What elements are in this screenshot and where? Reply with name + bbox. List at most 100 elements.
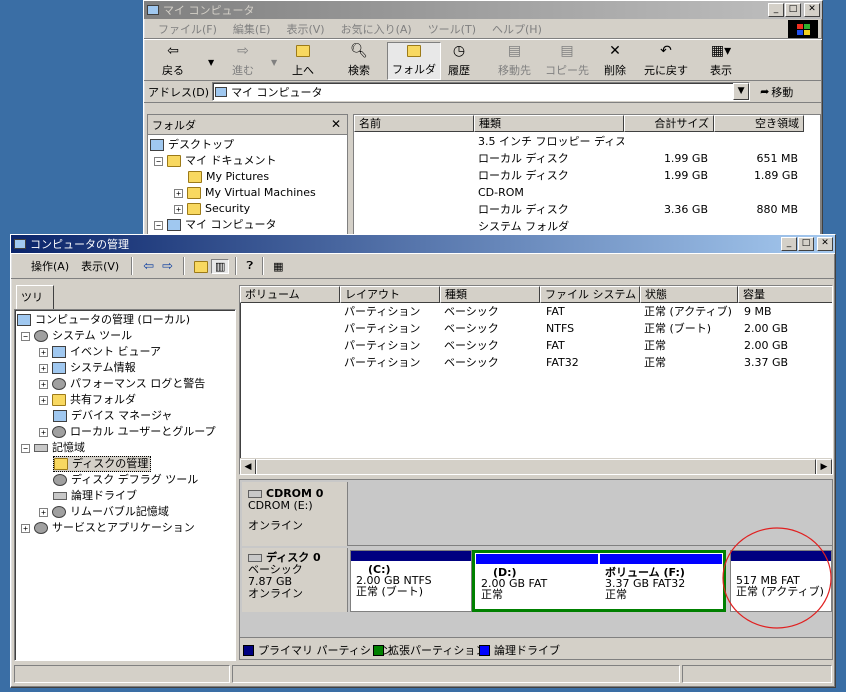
- menu-file[interactable]: ファイル(F): [150, 21, 225, 37]
- minimize-button[interactable]: _: [768, 3, 784, 17]
- tree-item-my-documents[interactable]: − マイ ドキュメント: [154, 153, 277, 169]
- delete-button[interactable]: ✕ 削除: [604, 42, 626, 80]
- partition-d[interactable]: (D:) 2.00 GB FAT 正常: [475, 553, 599, 609]
- expand-icon[interactable]: +: [39, 363, 48, 373]
- tree-item-removable-storage[interactable]: + リムーバブル記憶域: [39, 504, 169, 520]
- scroll-left-button[interactable]: ◀: [240, 459, 256, 474]
- column-header-name[interactable]: 名前: [354, 115, 474, 132]
- column-header-capacity[interactable]: 容量: [738, 286, 832, 303]
- column-header-type[interactable]: 種類: [474, 115, 624, 132]
- menu-favorites[interactable]: お気に入り(A): [333, 21, 420, 37]
- tree-item-disk-defragmenter[interactable]: ディスク デフラグ ツール: [53, 472, 198, 488]
- help-icon[interactable]: ❓︎: [243, 259, 256, 273]
- menu-tools[interactable]: ツール(T): [420, 21, 484, 37]
- column-header-type[interactable]: 種類: [440, 286, 540, 303]
- tree-item-device-manager[interactable]: デバイス マネージャ: [53, 408, 172, 424]
- forward-button[interactable]: ⇨ 進む: [232, 42, 254, 80]
- my-computer-titlebar[interactable]: マイ コンピュータ _ □ ✕: [144, 1, 822, 19]
- file-row[interactable]: ローカル ディスク (D:)ローカル ディスク1.99 GB1.89 GB: [354, 168, 820, 184]
- menu-view[interactable]: 表示(V): [278, 21, 332, 37]
- move-to-button[interactable]: ▤ 移動先: [498, 42, 531, 80]
- column-header-file-system[interactable]: ファイル システム: [540, 286, 640, 303]
- volume-row[interactable]: ボリューム (F:)パーティションベーシックFAT32正常3.37 GB: [240, 355, 832, 371]
- tree-item-shared-folders[interactable]: + 共有フォルダ: [39, 392, 136, 408]
- scroll-right-button[interactable]: ▶: [816, 459, 832, 474]
- go-button[interactable]: ➦ 移動: [760, 84, 793, 100]
- scroll-thumb[interactable]: [256, 459, 816, 474]
- minimize-button[interactable]: _: [781, 237, 797, 251]
- tree-tab[interactable]: ツリー: [16, 285, 54, 320]
- volume-row[interactable]: (C:)パーティションベーシックNTFS正常 (ブート)2.00 GB: [240, 321, 832, 337]
- maximize-button[interactable]: □: [785, 3, 801, 17]
- file-row[interactable]: ボリューム (F:)ローカル ディスク3.36 GB880 MB: [354, 202, 820, 218]
- close-pane-icon[interactable]: ✕: [331, 117, 341, 131]
- tree-item-event-viewer[interactable]: + イベント ビューア: [39, 344, 161, 360]
- volume-row[interactable]: パーティション ベーシック FAT 正常 (アクティブ) 9 MB: [240, 304, 832, 320]
- address-input[interactable]: マイ コンピュータ ▼: [212, 82, 751, 101]
- column-header-total-size[interactable]: 合計サイズ: [624, 115, 714, 132]
- up-button[interactable]: 上へ: [292, 42, 314, 80]
- file-row[interactable]: 3.5 インチ FD (A:)3.5 インチ フロッピー ディスク: [354, 134, 820, 150]
- column-header-free-space[interactable]: 空き領域: [714, 115, 804, 132]
- tree-item-services-applications[interactable]: + サービスとアプリケーション: [21, 520, 195, 536]
- address-dropdown-button[interactable]: ▼: [733, 83, 750, 100]
- view-button[interactable]: ▦▾ 表示: [710, 42, 732, 80]
- expand-icon[interactable]: +: [39, 427, 48, 437]
- tree-item-system-information[interactable]: + システム情報: [39, 360, 136, 376]
- horizontal-scrollbar[interactable]: ◀ ▶: [240, 458, 832, 474]
- forward-dropdown-icon[interactable]: ▼: [271, 58, 277, 67]
- search-button[interactable]: 🔍︎ 検索: [348, 42, 370, 80]
- menu-view[interactable]: 表示(V): [75, 258, 125, 274]
- back-dropdown-icon[interactable]: ▼: [208, 58, 214, 67]
- maximize-button[interactable]: □: [798, 237, 814, 251]
- folders-button[interactable]: フォルダ: [387, 42, 441, 80]
- extended-partition[interactable]: (D:) 2.00 GB FAT 正常 ボリューム (F:) 3.37 GB FAT3…: [472, 550, 726, 612]
- cdrom-row[interactable]: CDROM 0 CDROM (E:) オンライン: [242, 482, 348, 546]
- close-button[interactable]: ✕: [817, 237, 833, 251]
- menu-edit[interactable]: 編集(E): [225, 21, 279, 37]
- expand-icon[interactable]: +: [174, 188, 183, 198]
- tree-item-my-virtual-machines[interactable]: + My Virtual Machines: [174, 185, 316, 201]
- tree-item-security[interactable]: + Security: [174, 201, 250, 217]
- collapse-icon[interactable]: −: [21, 331, 30, 341]
- collapse-icon[interactable]: −: [21, 443, 30, 453]
- volume-row[interactable]: (D:)パーティションベーシックFAT正常2.00 GB: [240, 338, 832, 354]
- column-header-volume[interactable]: ボリューム: [240, 286, 340, 303]
- tree-item-my-pictures[interactable]: My Pictures: [188, 169, 269, 185]
- tree-item-computer-management[interactable]: コンピュータの管理 (ローカル): [17, 312, 190, 328]
- collapse-icon[interactable]: −: [154, 220, 163, 230]
- tree-item-storage[interactable]: − 記憶域: [21, 440, 85, 456]
- back-arrow-icon[interactable]: ⇦: [139, 259, 158, 274]
- partition-f[interactable]: ボリューム (F:) 3.37 GB FAT32 正常: [599, 553, 723, 609]
- mgmt-titlebar[interactable]: コンピュータの管理 _ □ ✕: [11, 235, 835, 253]
- tree-item-local-users-groups[interactable]: + ローカル ユーザーとグループ: [39, 424, 216, 440]
- tree-item-disk-management[interactable]: ディスクの管理: [53, 456, 152, 472]
- forward-arrow-icon[interactable]: ⇨: [158, 259, 177, 274]
- partition-active-fat[interactable]: 517 MB FAT 正常 (アクティブ): [730, 550, 832, 612]
- file-row[interactable]: CD-ROM (E:)CD-ROM: [354, 185, 820, 201]
- tree-item-logical-drives[interactable]: 論理ドライブ: [53, 488, 137, 504]
- disk0-row[interactable]: ディスク 0 ベーシック 7.87 GB オンライン: [242, 548, 348, 612]
- undo-button[interactable]: ↶ 元に戻す: [644, 42, 688, 80]
- menu-action[interactable]: 操作(A): [17, 258, 75, 274]
- copy-to-button[interactable]: ▤ コピー先: [545, 42, 589, 80]
- partition-c[interactable]: (C:) 2.00 GB NTFS 正常 (ブート): [350, 550, 472, 612]
- properties-icon[interactable]: ▦: [270, 260, 286, 273]
- cdrom-empty-area[interactable]: [348, 482, 832, 546]
- show-hide-tree-icon[interactable]: ▥: [211, 258, 230, 274]
- menu-help[interactable]: ヘルプ(H): [484, 21, 550, 37]
- expand-icon[interactable]: +: [21, 523, 30, 533]
- close-button[interactable]: ✕: [804, 3, 820, 17]
- tree-item-performance-logs[interactable]: + パフォーマンス ログと警告: [39, 376, 205, 392]
- collapse-icon[interactable]: −: [154, 156, 163, 166]
- tree-item-system-tools[interactable]: − システム ツール: [21, 328, 132, 344]
- file-row[interactable]: コントロール パネルシステム フォルダ: [354, 219, 820, 235]
- column-header-layout[interactable]: レイアウト: [340, 286, 440, 303]
- expand-icon[interactable]: +: [39, 395, 48, 405]
- up-one-level-icon[interactable]: [191, 260, 211, 273]
- expand-icon[interactable]: +: [39, 379, 48, 389]
- column-header-status[interactable]: 状態: [640, 286, 738, 303]
- back-button[interactable]: ⇦ 戻る: [162, 42, 184, 80]
- expand-icon[interactable]: +: [174, 204, 183, 214]
- file-row[interactable]: ローカル ディスク (C:)ローカル ディスク1.99 GB651 MB: [354, 151, 820, 167]
